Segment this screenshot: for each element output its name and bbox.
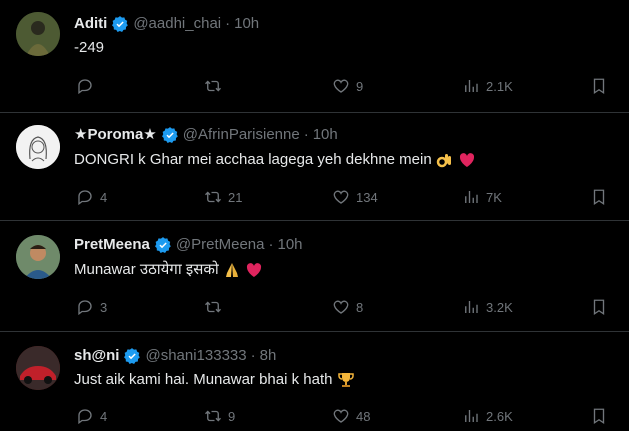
user-handle[interactable]: @shani133333 [145, 346, 246, 366]
retweet-icon [205, 80, 221, 92]
retweet-count: 9 [228, 408, 236, 424]
tweet-text: Just aik kami hai. Munawar bhai k hath [74, 371, 333, 388]
views-chart-icon [465, 410, 478, 422]
like-button[interactable]: 9 [332, 77, 363, 95]
tweet-item[interactable]: sh@ni @shani133333 · 8h Just aik kami ha… [0, 332, 629, 431]
reply-count: 3 [100, 299, 108, 315]
bookmark-button[interactable] [590, 77, 608, 95]
views-chart-icon [465, 191, 478, 203]
avatar[interactable] [16, 235, 60, 279]
bookmark-icon [593, 78, 605, 95]
timestamp[interactable]: 8h [260, 346, 277, 366]
reply-button[interactable]: 4 [76, 407, 107, 425]
reply-icon [78, 190, 92, 206]
action-bar: 3 8 3.2K [74, 297, 614, 317]
reply-button[interactable]: 4 [76, 188, 107, 206]
avatar[interactable] [16, 12, 60, 56]
reply-icon [78, 409, 92, 425]
timestamp[interactable]: 10h [234, 14, 259, 34]
user-handle[interactable]: @aadhi_chai [133, 14, 221, 34]
avatar[interactable] [16, 346, 60, 390]
retweet-button[interactable]: 9 [204, 407, 235, 425]
trophy-emoji-icon [337, 373, 354, 388]
views-chart-icon [465, 80, 478, 92]
views-button[interactable]: 7K [462, 188, 502, 206]
verified-badge-icon [124, 348, 141, 364]
retweet-button[interactable]: 21 [204, 188, 242, 206]
bookmark-button[interactable] [590, 407, 608, 425]
reply-count: 4 [100, 408, 108, 424]
bookmark-icon [593, 408, 605, 425]
user-handle[interactable]: @AfrinParisienne [183, 125, 300, 145]
like-count: 48 [356, 408, 371, 424]
verified-badge-icon [161, 127, 178, 143]
timeline-feed: Aditi @aadhi_chai · 10h -249 9 2.1K ★Por… [0, 0, 629, 431]
user-handle[interactable]: @PretMeena [176, 235, 265, 255]
like-count: 134 [356, 189, 378, 205]
views-chart-icon [465, 301, 478, 313]
tweet-text-container: Munawar उठायेगा इसको [74, 260, 263, 280]
reply-button[interactable] [76, 77, 100, 95]
action-bar: 4 9 48 2.6K [74, 406, 614, 426]
heart-icon [333, 300, 349, 314]
retweet-icon [205, 301, 221, 313]
timestamp[interactable]: 10h [277, 235, 302, 255]
tweet-text: Munawar उठायेगा इसको [74, 261, 219, 278]
views-count: 7K [486, 189, 502, 205]
verified-badge-icon [154, 237, 171, 253]
tweet-text-container: Just aik kami hai. Munawar bhai k hath [74, 370, 355, 390]
retweet-button[interactable] [204, 77, 228, 95]
reply-icon [78, 79, 92, 95]
bookmark-icon [593, 189, 605, 206]
tweet-text: -249 [74, 39, 105, 56]
action-bar: 4 21 134 7K [74, 187, 614, 207]
bookmark-button[interactable] [590, 298, 608, 316]
avatar[interactable] [16, 125, 60, 169]
red-heart-emoji-icon [247, 263, 262, 278]
tweet-text: DONGRI k Ghar mei acchaa lagega yeh dekh… [74, 151, 432, 168]
like-button[interactable]: 8 [332, 298, 363, 316]
retweet-button[interactable] [204, 298, 228, 316]
heart-icon [333, 190, 349, 204]
timestamp[interactable]: 10h [313, 125, 338, 145]
separator-dot: · [250, 347, 256, 364]
views-count: 3.2K [486, 299, 513, 315]
heart-icon [333, 409, 349, 423]
views-button[interactable]: 3.2K [462, 298, 513, 316]
display-name[interactable]: sh@ni [74, 346, 119, 366]
views-button[interactable]: 2.6K [462, 407, 513, 425]
action-bar: 9 2.1K [74, 76, 614, 96]
like-button[interactable]: 134 [332, 188, 378, 206]
views-count: 2.1K [486, 78, 513, 94]
separator-dot: · [268, 236, 274, 253]
heart-icon [333, 79, 349, 93]
tweet-item[interactable]: ★Poroma★ @AfrinParisienne · 10h DONGRI k… [0, 113, 629, 221]
like-count: 8 [356, 299, 364, 315]
red-heart-emoji-icon [459, 153, 475, 168]
reply-button[interactable]: 3 [76, 298, 107, 316]
separator-dot: · [303, 126, 309, 143]
separator-dot: · [225, 15, 231, 32]
views-count: 2.6K [486, 408, 513, 424]
retweet-count: 21 [228, 189, 243, 205]
ok-hand-emoji-icon [436, 154, 451, 168]
retweet-icon [205, 191, 221, 203]
display-name[interactable]: ★Poroma★ [74, 125, 157, 145]
like-button[interactable]: 48 [332, 407, 370, 425]
reply-count: 4 [100, 189, 108, 205]
bookmark-button[interactable] [590, 188, 608, 206]
bookmark-icon [593, 299, 605, 316]
views-button[interactable]: 2.1K [462, 77, 513, 95]
verified-badge-icon [112, 16, 129, 32]
folded-hands-emoji-icon [225, 263, 238, 278]
tweet-text-container: DONGRI k Ghar mei acchaa lagega yeh dekh… [74, 150, 476, 170]
display-name[interactable]: PretMeena [74, 235, 150, 255]
retweet-icon [205, 410, 221, 422]
tweet-item[interactable]: Aditi @aadhi_chai · 10h -249 9 2.1K [0, 0, 629, 113]
like-count: 9 [356, 78, 364, 94]
display-name[interactable]: Aditi [74, 14, 107, 34]
reply-icon [78, 300, 92, 316]
tweet-item[interactable]: PretMeena @PretMeena · 10h Munawar उठाये… [0, 221, 629, 332]
